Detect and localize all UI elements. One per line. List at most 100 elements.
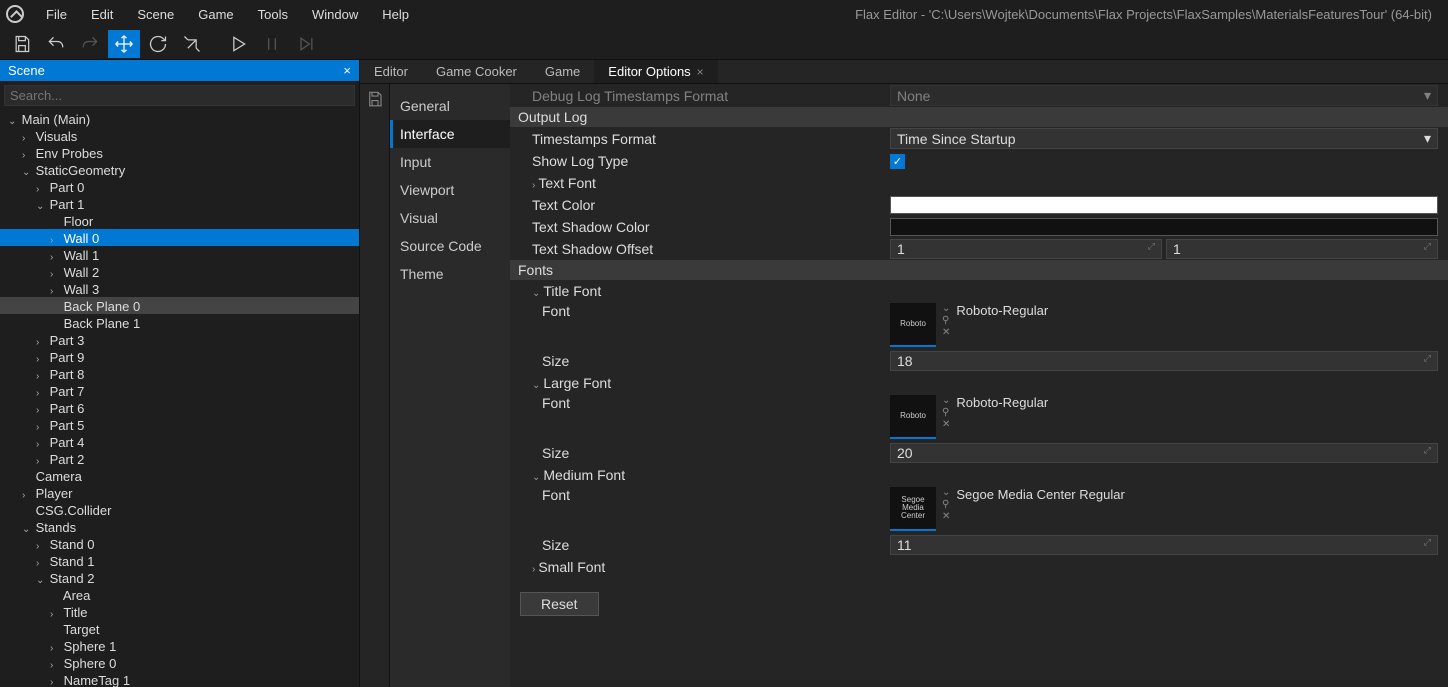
text-color-field[interactable]	[890, 196, 1438, 214]
tree-item[interactable]: › Part 6	[0, 399, 359, 416]
tree-item[interactable]: Back Plane 0	[0, 297, 359, 314]
prop-label: Size	[510, 353, 890, 369]
section-fonts: Fonts	[510, 260, 1448, 280]
options-save-icon[interactable]	[360, 84, 390, 687]
menu-file[interactable]: File	[34, 3, 79, 26]
tree-item[interactable]: CSG.Collider	[0, 501, 359, 518]
tree-item[interactable]: › Sphere 1	[0, 637, 359, 654]
menu-scene[interactable]: Scene	[125, 3, 186, 26]
tree-item[interactable]: › Part 9	[0, 348, 359, 365]
close-icon[interactable]: ✕	[942, 419, 950, 430]
expand-icon[interactable]: ⌄	[942, 395, 950, 406]
expand-icon[interactable]: ⌄	[942, 303, 950, 314]
tab-editor[interactable]: Editor	[360, 60, 422, 83]
small-font-expander[interactable]: ›Small Font	[510, 559, 890, 575]
tree-item[interactable]: › Part 3	[0, 331, 359, 348]
pause-icon[interactable]	[256, 30, 288, 58]
medium-font-size[interactable]: 11⤢	[890, 535, 1438, 555]
menu-game[interactable]: Game	[186, 3, 245, 26]
tree-item[interactable]: › Wall 0	[0, 229, 359, 246]
redo-icon[interactable]	[74, 30, 106, 58]
category-theme[interactable]: Theme	[390, 260, 510, 288]
undo-icon[interactable]	[40, 30, 72, 58]
debug-log-ts-dropdown[interactable]: None▾	[890, 85, 1438, 106]
tree-item[interactable]: › Player	[0, 484, 359, 501]
scene-panel-tab[interactable]: Scene ×	[0, 60, 359, 81]
title-font-size[interactable]: 18⤢	[890, 351, 1438, 371]
menu-edit[interactable]: Edit	[79, 3, 125, 26]
scene-tree[interactable]: ⌄ Main (Main)› Visuals› Env Probes⌄ Stat…	[0, 110, 359, 687]
tree-item[interactable]: ⌄ Part 1	[0, 195, 359, 212]
tree-item[interactable]: ⌄ Stands	[0, 518, 359, 535]
tree-item[interactable]: › Part 5	[0, 416, 359, 433]
menu-window[interactable]: Window	[300, 3, 370, 26]
tree-item[interactable]: Camera	[0, 467, 359, 484]
expand-icon[interactable]: ⌄	[942, 487, 950, 498]
tree-item[interactable]: ⌄ StaticGeometry	[0, 161, 359, 178]
rotate-icon[interactable]	[142, 30, 174, 58]
tree-item[interactable]: › Part 0	[0, 178, 359, 195]
large-font-asset[interactable]: Roboto ⌄⚲✕ Roboto-Regular	[890, 395, 1048, 439]
tree-item[interactable]: › Stand 1	[0, 552, 359, 569]
tree-item[interactable]: › Wall 2	[0, 263, 359, 280]
close-icon[interactable]: ✕	[942, 327, 950, 338]
medium-font-asset[interactable]: Segoe Media Center ⌄⚲✕ Segoe Media Cente…	[890, 487, 1125, 531]
text-shadow-color-field[interactable]	[890, 218, 1438, 236]
tree-item[interactable]: › Sphere 0	[0, 654, 359, 671]
prop-label: Show Log Type	[510, 153, 890, 169]
category-visual[interactable]: Visual	[390, 204, 510, 232]
prop-label[interactable]: ›Text Font	[510, 175, 890, 191]
tree-item[interactable]: › NameTag 1	[0, 671, 359, 687]
tree-item[interactable]: › Title	[0, 603, 359, 620]
search-icon[interactable]: ⚲	[942, 407, 950, 418]
close-icon[interactable]: ×	[343, 63, 351, 78]
tab-game[interactable]: Game	[531, 60, 594, 83]
medium-font-expander[interactable]: ⌄Medium Font	[510, 467, 890, 483]
step-icon[interactable]	[290, 30, 322, 58]
tree-item[interactable]: › Part 8	[0, 365, 359, 382]
tree-item[interactable]: ⌄ Stand 2	[0, 569, 359, 586]
save-icon[interactable]	[6, 30, 38, 58]
show-log-type-checkbox[interactable]: ✓	[890, 154, 905, 169]
tab-editor-options[interactable]: Editor Options×	[594, 60, 717, 83]
prop-label: Text Shadow Color	[510, 219, 890, 235]
prop-label: Size	[510, 445, 890, 461]
tree-item[interactable]: Target	[0, 620, 359, 637]
tree-item[interactable]: ⌄ Main (Main)	[0, 110, 359, 127]
play-icon[interactable]	[222, 30, 254, 58]
category-source-code[interactable]: Source Code	[390, 232, 510, 260]
title-font-expander[interactable]: ⌄Title Font	[510, 283, 890, 299]
text-shadow-offset-x[interactable]: 1⤢	[890, 239, 1162, 259]
tree-item[interactable]: › Part 7	[0, 382, 359, 399]
category-viewport[interactable]: Viewport	[390, 176, 510, 204]
category-interface[interactable]: Interface	[390, 120, 510, 148]
close-icon[interactable]: ×	[697, 65, 704, 79]
tree-item[interactable]: › Part 2	[0, 450, 359, 467]
large-font-size[interactable]: 20⤢	[890, 443, 1438, 463]
text-shadow-offset-y[interactable]: 1⤢	[1166, 239, 1438, 259]
search-input[interactable]	[4, 85, 355, 106]
menu-help[interactable]: Help	[370, 3, 421, 26]
tree-item[interactable]: › Part 4	[0, 433, 359, 450]
tree-item[interactable]: › Wall 3	[0, 280, 359, 297]
tree-item[interactable]: Floor	[0, 212, 359, 229]
tree-item[interactable]: › Visuals	[0, 127, 359, 144]
large-font-expander[interactable]: ⌄Large Font	[510, 375, 890, 391]
tree-item[interactable]: Back Plane 1	[0, 314, 359, 331]
reset-button[interactable]: Reset	[520, 592, 599, 616]
tree-item[interactable]: › Stand 0	[0, 535, 359, 552]
tree-item[interactable]: Area	[0, 586, 359, 603]
menu-tools[interactable]: Tools	[246, 3, 300, 26]
translate-icon[interactable]	[108, 30, 140, 58]
category-general[interactable]: General	[390, 92, 510, 120]
search-icon[interactable]: ⚲	[942, 499, 950, 510]
category-input[interactable]: Input	[390, 148, 510, 176]
search-icon[interactable]: ⚲	[942, 315, 950, 326]
tree-item[interactable]: › Env Probes	[0, 144, 359, 161]
tab-game-cooker[interactable]: Game Cooker	[422, 60, 531, 83]
title-font-asset[interactable]: Roboto ⌄⚲✕ Roboto-Regular	[890, 303, 1048, 347]
timestamps-format-dropdown[interactable]: Time Since Startup▾	[890, 128, 1438, 149]
tree-item[interactable]: › Wall 1	[0, 246, 359, 263]
close-icon[interactable]: ✕	[942, 511, 950, 522]
scale-icon[interactable]	[176, 30, 208, 58]
